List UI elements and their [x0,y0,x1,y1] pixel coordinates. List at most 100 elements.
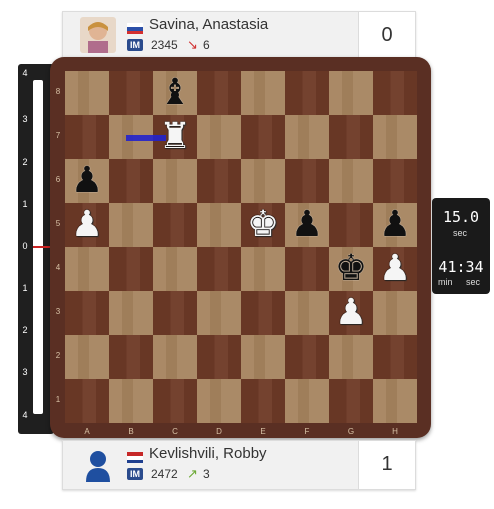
square-e3[interactable] [241,291,285,335]
square-g7[interactable] [329,115,373,159]
player-score: 0 [381,24,393,46]
square-d8[interactable] [197,71,241,115]
eval-tick: 3 [22,114,28,124]
square-h8[interactable] [373,71,417,115]
rank-label: 8 [55,87,61,96]
square-h3[interactable] [373,291,417,335]
square-g5[interactable] [329,203,373,247]
black-pawn-h5[interactable]: ♟ [373,203,417,247]
square-f3[interactable] [285,291,329,335]
russia-flag-icon [127,21,143,34]
title-badge: IM [127,468,143,480]
square-c1[interactable] [153,379,197,423]
bottom-player-panel: Kevlishvili, Robby IM 2472 ↗ 3 1 [62,440,416,490]
white-pawn-a5[interactable]: ♟ [65,203,109,247]
rating-delta: 3 [203,467,210,481]
file-label: H [392,427,398,436]
game-clock: 15.0 sec 41:34 min sec [432,198,490,294]
square-d2[interactable] [197,335,241,379]
player-avatar-placeholder [80,446,116,482]
square-g8[interactable] [329,71,373,115]
chess-board[interactable]: ♝ ♜ ♟ ♟ ♚ ♟ ♟ ♚ ♟ ♟ [65,71,417,423]
black-pawn-f5[interactable]: ♟ [285,203,329,247]
rank-label: 6 [55,175,61,184]
score-box: 1 [358,441,415,489]
square-d5[interactable] [197,203,241,247]
square-b2[interactable] [109,335,153,379]
white-king-e5[interactable]: ♚ [241,203,285,247]
square-d4[interactable] [197,247,241,291]
rank-label: 7 [55,131,61,140]
black-bishop-c8[interactable]: ♝ [153,71,197,115]
increment-unit: sec [453,228,468,238]
player-name[interactable]: Savina, Anastasia [149,16,268,33]
rank-label: 1 [55,395,61,404]
square-b4[interactable] [109,247,153,291]
square-a2[interactable] [65,335,109,379]
square-b6[interactable] [109,159,153,203]
square-g6[interactable] [329,159,373,203]
rank-label: 5 [55,219,61,228]
square-d3[interactable] [197,291,241,335]
rank-label: 2 [55,351,61,360]
square-a1[interactable] [65,379,109,423]
square-e8[interactable] [241,71,285,115]
square-e6[interactable] [241,159,285,203]
white-pawn-h4[interactable]: ♟ [373,247,417,291]
square-f7[interactable] [285,115,329,159]
square-b1[interactable] [109,379,153,423]
rank-label: 3 [55,307,61,316]
square-e1[interactable] [241,379,285,423]
square-d1[interactable] [197,379,241,423]
top-player-panel: Savina, Anastasia IM 2345 ↘ 6 0 [62,11,416,61]
file-label: E [260,427,266,436]
square-f1[interactable] [285,379,329,423]
square-b5[interactable] [109,203,153,247]
eval-tick: 4 [22,410,28,420]
title-badge: IM [127,39,143,51]
square-a4[interactable] [65,247,109,291]
black-pawn-a6[interactable]: ♟ [65,159,109,203]
eval-tick: 3 [22,367,28,377]
player-score: 1 [381,453,393,475]
move-arrow [126,135,166,141]
square-g2[interactable] [329,335,373,379]
eval-tick: 1 [22,199,28,209]
netherlands-flag-icon [127,450,143,463]
square-f6[interactable] [285,159,329,203]
square-f8[interactable] [285,71,329,115]
square-a3[interactable] [65,291,109,335]
eval-tick: 4 [22,68,28,78]
square-c2[interactable] [153,335,197,379]
evaluation-bar: 4 3 2 1 0 1 2 3 4 [18,64,54,434]
square-b8[interactable] [109,71,153,115]
square-h6[interactable] [373,159,417,203]
square-e4[interactable] [241,247,285,291]
player-name[interactable]: Kevlishvili, Robby [149,445,267,462]
square-c5[interactable] [153,203,197,247]
square-e7[interactable] [241,115,285,159]
rating-up-arrow-icon: ↗ [187,466,198,481]
square-h1[interactable] [373,379,417,423]
square-a8[interactable] [65,71,109,115]
square-f4[interactable] [285,247,329,291]
square-f2[interactable] [285,335,329,379]
eval-tick: 1 [22,283,28,293]
square-d6[interactable] [197,159,241,203]
square-h7[interactable] [373,115,417,159]
eval-tick: 2 [22,325,28,335]
black-king-g4[interactable]: ♚ [329,247,373,291]
score-box: 0 [358,12,415,60]
square-c4[interactable] [153,247,197,291]
square-g1[interactable] [329,379,373,423]
player-rating: 2472 [151,467,178,481]
square-b3[interactable] [109,291,153,335]
square-a7[interactable] [65,115,109,159]
white-pawn-g3[interactable]: ♟ [329,291,373,335]
square-d7[interactable] [197,115,241,159]
square-e2[interactable] [241,335,285,379]
square-c3[interactable] [153,291,197,335]
square-c6[interactable] [153,159,197,203]
square-h2[interactable] [373,335,417,379]
player-rating: 2345 [151,38,178,52]
